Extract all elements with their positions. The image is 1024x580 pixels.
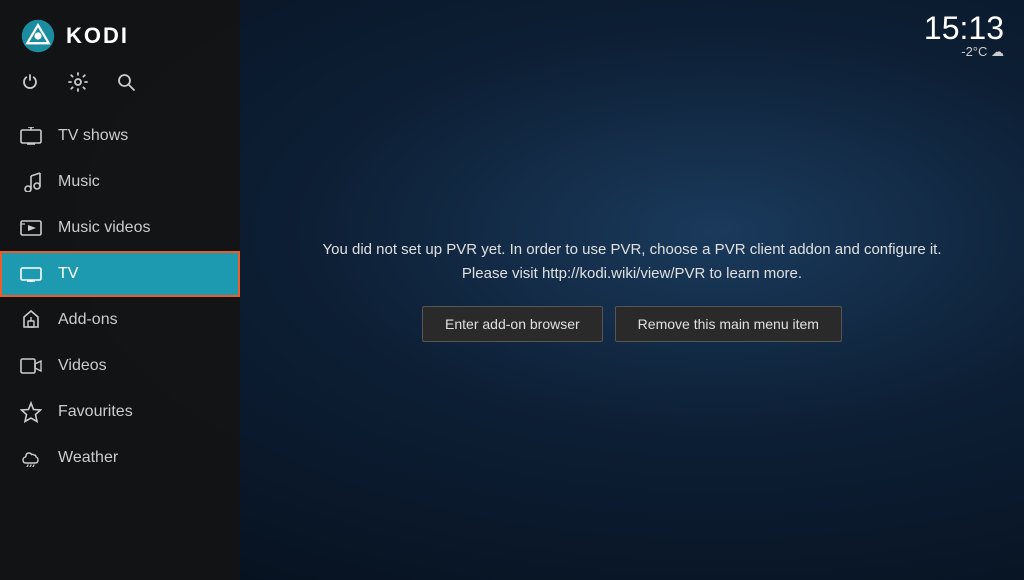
sidebar-item-videos[interactable]: Videos [0, 343, 240, 389]
remove-menu-item-button[interactable]: Remove this main menu item [615, 306, 842, 342]
pvr-message-box: You did not set up PVR yet. In order to … [303, 218, 962, 362]
pvr-message-text: You did not set up PVR yet. In order to … [323, 238, 942, 286]
videos-icon [20, 355, 42, 377]
logo-area: KODI [0, 0, 240, 64]
enter-addon-browser-button[interactable]: Enter add-on browser [422, 306, 603, 342]
addons-icon [20, 309, 42, 331]
tv-shows-icon [20, 125, 42, 147]
sidebar-item-music-videos[interactable]: Music videos [0, 205, 240, 251]
sidebar-item-tv-label: TV [58, 265, 78, 283]
music-icon [20, 171, 42, 193]
sidebar-item-weather-label: Weather [58, 449, 118, 467]
sidebar-item-favourites[interactable]: Favourites [0, 389, 240, 435]
weather-icon [20, 447, 42, 469]
pvr-message-line2: Please visit http://kodi.wiki/view/PVR t… [462, 265, 802, 282]
sidebar-item-favourites-label: Favourites [58, 403, 133, 421]
app-title: KODI [66, 23, 129, 49]
sidebar-item-weather[interactable]: Weather [0, 435, 240, 481]
sidebar-item-add-ons[interactable]: Add-ons [0, 297, 240, 343]
music-videos-icon [20, 217, 42, 239]
power-icon[interactable] [20, 72, 40, 97]
clock-area: 15:13 -2°C ☁ [924, 12, 1004, 60]
main-nav: TV shows Music [0, 113, 240, 481]
sidebar-item-music[interactable]: Music [0, 159, 240, 205]
favourites-icon [20, 401, 42, 423]
sidebar-item-music-label: Music [58, 173, 100, 191]
pvr-message-line1: You did not set up PVR yet. In order to … [323, 241, 942, 258]
sidebar-item-music-videos-label: Music videos [58, 219, 150, 237]
sidebar-item-add-ons-label: Add-ons [58, 311, 118, 329]
main-content: 15:13 -2°C ☁ You did not set up PVR yet.… [240, 0, 1024, 580]
sidebar-item-tv[interactable]: TV [0, 251, 240, 297]
sidebar-item-tv-shows[interactable]: TV shows [0, 113, 240, 159]
pvr-buttons: Enter add-on browser Remove this main me… [323, 306, 942, 342]
sidebar-item-videos-label: Videos [58, 357, 107, 375]
tv-icon [20, 263, 42, 285]
clock-time: 15:13 [924, 12, 1004, 44]
search-icon[interactable] [116, 72, 136, 97]
settings-icon[interactable] [68, 72, 88, 97]
system-icons-bar [0, 64, 240, 113]
sidebar: KODI [0, 0, 240, 580]
clock-weather: -2°C ☁ [924, 44, 1004, 60]
sidebar-item-tv-shows-label: TV shows [58, 127, 128, 145]
kodi-logo-icon [20, 18, 56, 54]
center-area: You did not set up PVR yet. In order to … [240, 0, 1024, 580]
